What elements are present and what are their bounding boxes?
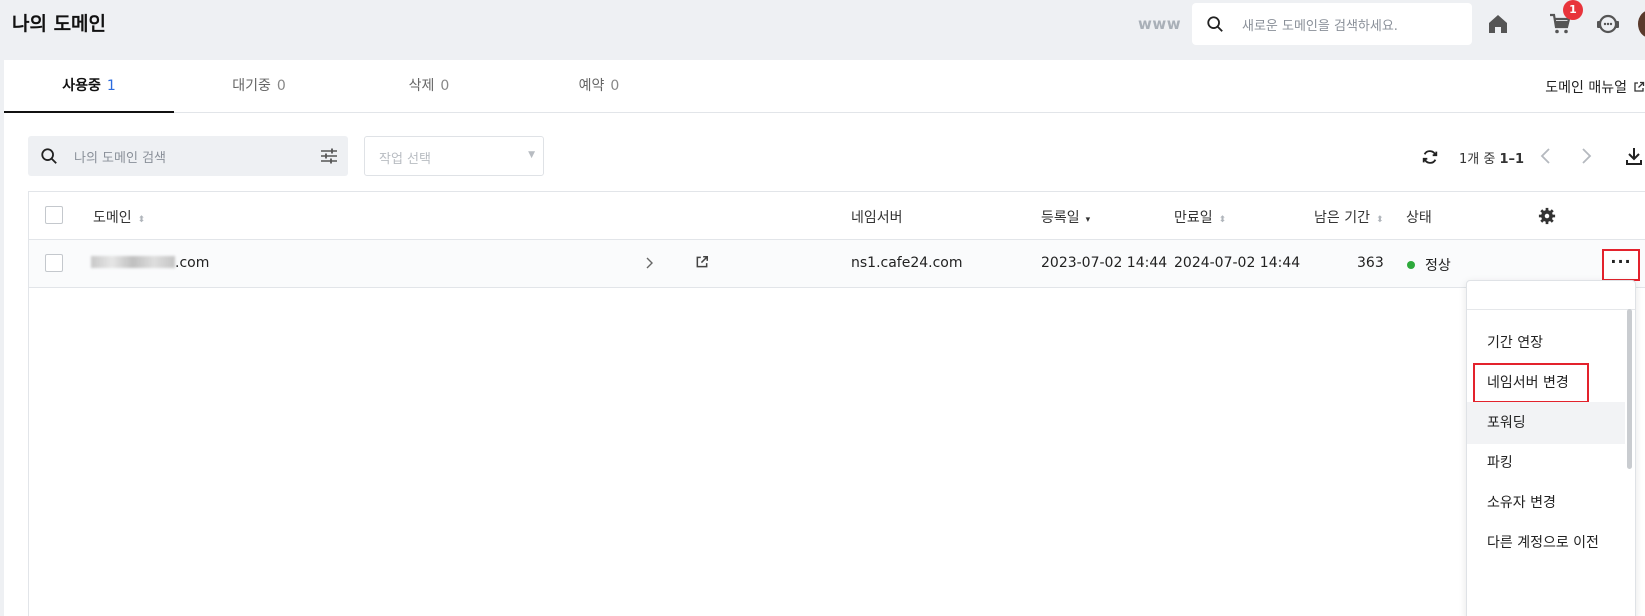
action-select-placeholder: 작업 선택	[379, 152, 431, 167]
cart-badge: 1	[1563, 0, 1583, 20]
pagination-info: 1개 중 1–1	[1459, 152, 1525, 167]
menu-item-change-owner[interactable]: 소유자 변경	[1467, 482, 1625, 524]
prev-page-icon[interactable]	[1536, 146, 1556, 166]
action-select[interactable]: 작업 선택 ▼	[364, 136, 544, 176]
nameserver-value: ns1.cafe24.com	[851, 255, 963, 271]
menu-item-parking[interactable]: 파킹	[1467, 442, 1625, 484]
column-remaining[interactable]: 남은 기간 ⬍	[1314, 207, 1384, 227]
tab-reserved[interactable]: 예약 0	[514, 60, 684, 113]
menu-item-transfer-account[interactable]: 다른 계정으로 이전	[1467, 522, 1625, 564]
search-icon	[41, 148, 57, 164]
caret-down-icon: ▼	[528, 150, 535, 160]
domain-name[interactable]: .com	[91, 255, 209, 271]
column-domain[interactable]: 도메인 ⬍	[93, 207, 145, 227]
registered-date: 2023-07-02 14:44	[1041, 255, 1168, 271]
status-dot	[1407, 261, 1415, 269]
filter-settings-icon[interactable]	[320, 147, 338, 165]
search-placeholder: 새로운 도메인을 검색하세요.	[1242, 19, 1398, 34]
menu-item-change-nameserver[interactable]: 네임서버 변경	[1467, 362, 1625, 404]
menu-scrollbar[interactable]	[1627, 309, 1632, 469]
domain-table: 도메인 ⬍ 네임서버 등록일 ▾ 만료일 ⬍ 남은 기간 ⬍ 상태 .com ns1.c…	[28, 191, 1645, 616]
filter-placeholder: 나의 도메인 검색	[74, 151, 166, 166]
my-domain-search-input[interactable]: 나의 도메인 검색	[28, 136, 348, 176]
sort-icon: ⬍	[1375, 215, 1384, 225]
domain-search-input[interactable]: 새로운 도메인을 검색하세요.	[1192, 3, 1472, 45]
tab-deleted[interactable]: 삭제 0	[344, 60, 514, 113]
gear-icon[interactable]	[1538, 207, 1556, 225]
sort-icon: ⬍	[137, 215, 146, 225]
main-panel: 사용중 1 대기중 0 삭제 0 예약 0 도메인 매뉴얼 나의 도메인 검색 작업 선…	[4, 60, 1645, 616]
row-checkbox[interactable]	[45, 254, 63, 272]
home-icon[interactable]	[1486, 12, 1510, 36]
remaining-days: 363	[1357, 255, 1384, 271]
chevron-right-icon[interactable]	[643, 256, 657, 270]
select-all-checkbox[interactable]	[45, 206, 63, 224]
row-actions-menu: 기간 연장 네임서버 변경 포워딩 파킹 소유자 변경 다른 계정으로 이전	[1466, 280, 1636, 616]
download-icon[interactable]	[1624, 146, 1644, 166]
highlight-box	[1473, 363, 1589, 403]
column-registered[interactable]: 등록일 ▾	[1041, 207, 1090, 227]
column-nameserver: 네임서버	[851, 210, 903, 226]
table-header: 도메인 ⬍ 네임서버 등록일 ▾ 만료일 ⬍ 남은 기간 ⬍ 상태	[29, 192, 1645, 240]
more-actions-button[interactable]: ···	[1602, 249, 1640, 281]
expires-date: 2024-07-02 14:44	[1174, 255, 1301, 271]
support-chat-icon[interactable]	[1596, 12, 1620, 36]
status-badge: 정상	[1407, 255, 1451, 275]
tab-bar: 사용중 1 대기중 0 삭제 0 예약 0 도메인 매뉴얼	[4, 60, 1645, 113]
external-link-icon[interactable]	[695, 255, 709, 269]
menu-divider	[1467, 309, 1635, 310]
column-status: 상태	[1406, 210, 1432, 226]
redacted-text	[91, 256, 175, 268]
tab-pending[interactable]: 대기중 0	[174, 60, 344, 113]
page-title: 나의 도메인	[12, 13, 107, 35]
column-expires[interactable]: 만료일 ⬍	[1174, 207, 1226, 227]
sort-desc-icon: ▾	[1085, 215, 1091, 225]
avatar[interactable]	[1638, 10, 1645, 38]
www-label: www	[1138, 15, 1182, 33]
top-header: 나의 도메인 www 새로운 도메인을 검색하세요. 1	[0, 0, 1645, 60]
search-icon	[1207, 16, 1223, 32]
refresh-icon[interactable]	[1421, 148, 1439, 166]
menu-item-extend[interactable]: 기간 연장	[1467, 322, 1625, 364]
external-link-icon	[1634, 81, 1645, 92]
sort-icon: ⬍	[1218, 215, 1227, 225]
tab-in-use[interactable]: 사용중 1	[4, 60, 174, 113]
table-row[interactable]: .com ns1.cafe24.com 2023-07-02 14:44 202…	[29, 240, 1645, 288]
domain-manual-link[interactable]: 도메인 매뉴얼	[1545, 77, 1645, 97]
menu-item-forwarding[interactable]: 포워딩	[1467, 402, 1625, 444]
next-page-icon[interactable]	[1576, 146, 1596, 166]
